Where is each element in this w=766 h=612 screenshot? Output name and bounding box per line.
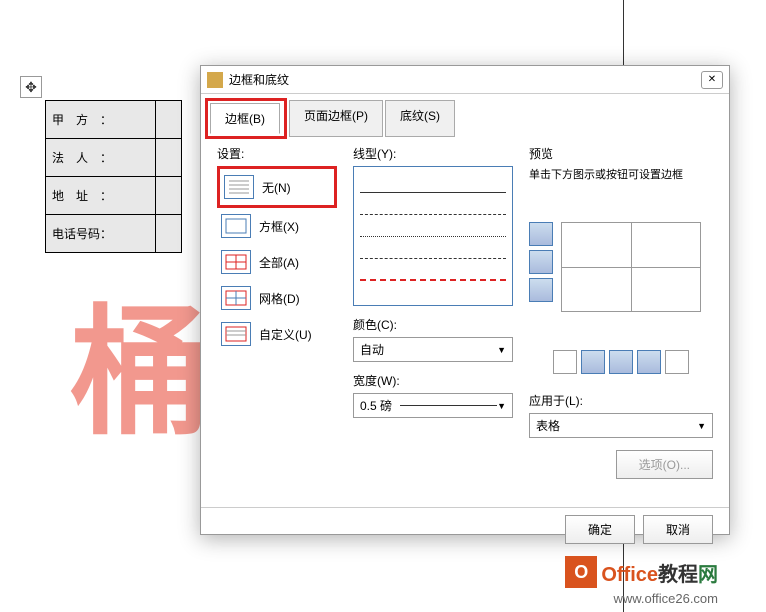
site-brand: Office教程网 [601,558,718,587]
setting-label: 无(N) [262,179,291,196]
setting-custom[interactable]: 自定义(U) [217,316,337,352]
all-icon [221,250,251,274]
line-style-option[interactable] [360,197,506,215]
color-dropdown[interactable]: 自动 ▼ [353,337,513,362]
style-column: 线型(Y): 颜色(C): 自动 ▼ 宽度(W): 0.5 磅 ▼ [353,145,513,499]
setting-label: 自定义(U) [259,326,312,343]
setting-label: 全部(A) [259,254,299,271]
dialog-title: 边框和底纹 [229,71,701,88]
dialog-body: 设置: 无(N) 方框(X) 全部(A) 网格(D) 自定义(U) [201,137,729,507]
setting-all[interactable]: 全部(A) [217,244,337,280]
setting-none[interactable]: 无(N) [217,166,337,208]
cell-label[interactable]: 地 址 ： [46,177,156,215]
cell-value[interactable] [156,215,182,253]
line-style-list[interactable] [353,166,513,306]
border-left-button[interactable] [581,350,605,374]
preview-table[interactable] [561,222,701,312]
apply-label: 应用于(L): [529,392,713,409]
preview-left-buttons [529,222,553,302]
setting-label: 方框(X) [259,218,299,235]
office-icon: O [565,556,597,588]
border-diag-button[interactable] [553,350,577,374]
border-top-button[interactable] [529,222,553,246]
settings-column: 设置: 无(N) 方框(X) 全部(A) 网格(D) 自定义(U) [217,145,337,499]
line-style-option[interactable] [360,241,506,259]
table-row: 甲 方 ： [46,101,182,139]
borders-shading-dialog: 边框和底纹 ✕ 边框(B) 页面边框(P) 底纹(S) 设置: 无(N) 方框(… [200,65,730,535]
cell-value[interactable] [156,139,182,177]
setting-label: 网格(D) [259,290,300,307]
border-right-button[interactable] [637,350,661,374]
settings-label: 设置: [217,145,337,162]
preview-label: 预览 [529,145,713,162]
cancel-button[interactable]: 取消 [643,515,713,544]
cell-label[interactable]: 甲 方 ： [46,101,156,139]
line-style-option[interactable] [360,263,506,281]
preview-area [529,222,713,342]
width-preview-line [400,405,497,406]
width-label: 宽度(W): [353,372,513,389]
watermark-text: 桶 [70,260,220,462]
box-icon [221,214,251,238]
cell-value[interactable] [156,101,182,139]
tab-page-border[interactable]: 页面边框(P) [289,100,383,137]
table-row: 地 址 ： [46,177,182,215]
chevron-down-icon: ▼ [497,345,506,355]
setting-grid[interactable]: 网格(D) [217,280,337,316]
app-icon [207,72,223,88]
chevron-down-icon: ▼ [697,421,706,431]
grid-icon [221,286,251,310]
cell-value[interactable] [156,177,182,215]
highlight-border-tab: 边框(B) [205,98,287,139]
border-middle-v-button[interactable] [609,350,633,374]
dialog-footer: 确定 取消 [201,507,729,551]
cell-label[interactable]: 法 人 ： [46,139,156,177]
none-icon [224,175,254,199]
tab-bar: 边框(B) 页面边框(P) 底纹(S) [201,94,729,137]
tab-shading[interactable]: 底纹(S) [385,100,455,137]
options-button[interactable]: 选项(O)... [616,450,713,479]
tab-borders[interactable]: 边框(B) [210,103,280,134]
line-style-option[interactable] [360,175,506,193]
width-dropdown[interactable]: 0.5 磅 ▼ [353,393,513,418]
custom-icon [221,322,251,346]
chevron-down-icon: ▼ [497,401,506,411]
border-bottom-button[interactable] [529,278,553,302]
preview-hint: 单击下方图示或按钮可设置边框 [529,166,713,182]
cell-label[interactable]: 电话号码： [46,215,156,253]
color-label: 颜色(C): [353,316,513,333]
width-value: 0.5 磅 [360,397,392,414]
apply-value: 表格 [536,417,560,434]
table-row: 电话号码： [46,215,182,253]
table-move-handle[interactable]: ✥ [20,76,42,98]
ok-button[interactable]: 确定 [565,515,635,544]
line-style-option[interactable] [360,219,506,237]
setting-box[interactable]: 方框(X) [217,208,337,244]
preview-column: 预览 单击下方图示或按钮可设置边框 应用于(L): 表格 ▼ [529,145,713,499]
border-diag2-button[interactable] [665,350,689,374]
border-middle-h-button[interactable] [529,250,553,274]
color-value: 自动 [360,341,384,358]
preview-bottom-buttons [529,350,713,374]
site-badge: O Office教程网 [565,556,718,588]
document-table[interactable]: 甲 方 ： 法 人 ： 地 址 ： 电话号码： [45,100,182,253]
dialog-titlebar[interactable]: 边框和底纹 ✕ [201,66,729,94]
apply-to-dropdown[interactable]: 表格 ▼ [529,413,713,438]
site-url: www.office26.com [613,591,718,606]
style-label: 线型(Y): [353,145,513,162]
table-row: 法 人 ： [46,139,182,177]
close-button[interactable]: ✕ [701,71,723,89]
